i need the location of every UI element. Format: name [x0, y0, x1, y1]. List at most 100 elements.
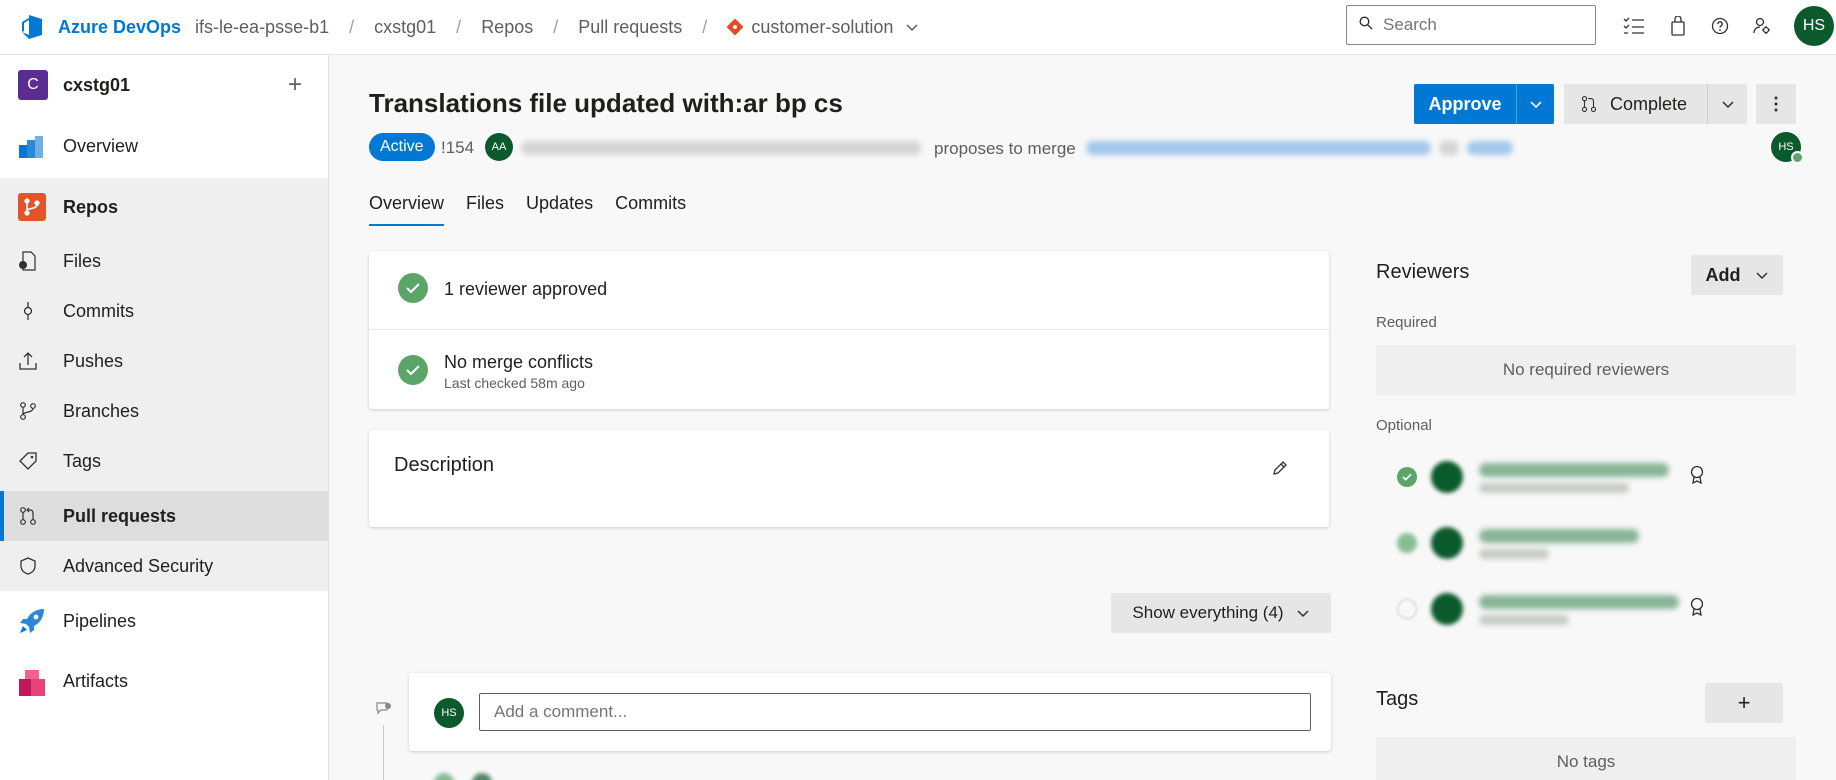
- commit-icon: [18, 301, 38, 321]
- pr-id[interactable]: !154: [441, 138, 474, 158]
- marketplace-bag-icon[interactable]: [1666, 14, 1690, 38]
- description-card: Description: [369, 430, 1329, 527]
- check-icon: [398, 273, 428, 303]
- project-badge: C: [18, 70, 48, 100]
- reviewer-status-blurred: [1479, 615, 1569, 625]
- reviewers-title: Reviewers: [1376, 261, 1470, 283]
- sidebar-item-label: Tags: [63, 450, 102, 471]
- author-email-blurred: [521, 141, 921, 155]
- search-input[interactable]: [1383, 15, 1583, 35]
- git-repo-icon: [727, 19, 744, 35]
- chevron-down-icon: [1755, 268, 1769, 282]
- award-icon[interactable]: [1689, 597, 1705, 622]
- sidebar-item-overview[interactable]: Overview: [0, 115, 328, 178]
- reviewer-status-blurred: [1479, 549, 1549, 559]
- award-icon[interactable]: [1689, 465, 1705, 490]
- top-bar: Azure DevOps ifs-le-ea-psse-b1 / cxstg01…: [0, 0, 1836, 55]
- breadcrumb-separator: /: [349, 16, 355, 37]
- approve-label: Approve: [1428, 93, 1502, 114]
- main-content: Translations file updated with:ar bp cs …: [329, 55, 1836, 780]
- repos-icon: [18, 193, 46, 221]
- show-everything-filter[interactable]: Show everything (4): [1111, 593, 1331, 633]
- comment-input[interactable]: [479, 693, 1311, 731]
- sidebar-item-pushes[interactable]: Pushes: [0, 336, 328, 386]
- plus-icon: +: [1737, 690, 1751, 715]
- proposes-text: proposes to merge: [934, 139, 1076, 158]
- breadcrumb-repos[interactable]: Repos: [481, 17, 533, 38]
- more-vertical-icon: [1774, 96, 1778, 112]
- chevron-down-icon[interactable]: [1516, 84, 1554, 124]
- add-tag-button[interactable]: +: [1705, 683, 1783, 723]
- edit-pencil-icon[interactable]: [1272, 460, 1288, 481]
- breadcrumb-repository[interactable]: customer-solution: [751, 17, 893, 38]
- sidebar-item-commits[interactable]: Commits: [0, 286, 328, 336]
- tab-files[interactable]: Files: [466, 193, 504, 226]
- reviewer-row[interactable]: [1389, 453, 1719, 503]
- breadcrumb-separator: /: [553, 16, 559, 37]
- tag-icon: [18, 451, 38, 471]
- breadcrumb-pull-requests[interactable]: Pull requests: [578, 17, 682, 38]
- search-box[interactable]: [1346, 5, 1596, 45]
- no-required-text: No required reviewers: [1502, 360, 1670, 379]
- tab-commits[interactable]: Commits: [615, 193, 686, 226]
- last-checked-text: Last checked 58m ago: [444, 375, 585, 391]
- sidebar-item-label: Overview: [63, 136, 139, 156]
- source-branch-link[interactable]: [1086, 141, 1431, 155]
- chevron-down-icon[interactable]: [1707, 84, 1747, 124]
- chevron-down-icon[interactable]: [905, 20, 919, 34]
- add-icon[interactable]: +: [288, 71, 302, 99]
- reviewer-avatar: [1431, 461, 1463, 493]
- artifacts-icon: [18, 669, 46, 697]
- divider: [369, 329, 1329, 330]
- sidebar-item-advanced-security[interactable]: Advanced Security: [0, 541, 328, 591]
- optional-label: Optional: [1376, 417, 1432, 434]
- sidebar-item-repos[interactable]: Repos: [0, 178, 328, 236]
- breadcrumb-organization[interactable]: ifs-le-ea-psse-b1: [195, 17, 329, 38]
- project-name[interactable]: cxstg01: [63, 75, 130, 96]
- timeline-avatar: [472, 773, 492, 780]
- sidebar-item-tags[interactable]: Tags: [0, 436, 328, 486]
- user-avatar[interactable]: HS: [1794, 6, 1834, 46]
- sidebar-item-label: Commits: [63, 300, 134, 321]
- help-icon[interactable]: [1708, 14, 1732, 38]
- azure-devops-logo-icon[interactable]: [20, 14, 46, 40]
- brand-name[interactable]: Azure DevOps: [58, 17, 181, 38]
- sidebar-item-label: Repos: [63, 196, 119, 217]
- files-icon: [18, 251, 38, 271]
- commenter-avatar: HS: [434, 698, 464, 728]
- search-icon: [1359, 15, 1373, 35]
- approve-button[interactable]: Approve: [1414, 84, 1554, 124]
- project-header[interactable]: C cxstg01 +: [0, 55, 328, 115]
- work-items-icon[interactable]: [1622, 14, 1646, 38]
- add-comment-timeline-icon: [375, 700, 393, 723]
- status-icon: [1397, 599, 1417, 619]
- sidebar-item-branches[interactable]: Branches: [0, 386, 328, 436]
- no-tags-text: No tags: [1556, 752, 1616, 771]
- reviewer-row[interactable]: [1389, 519, 1719, 569]
- author-avatar[interactable]: AA: [485, 133, 513, 161]
- complete-label: Complete: [1610, 93, 1688, 114]
- complete-button[interactable]: Complete: [1564, 84, 1747, 124]
- target-branch-link[interactable]: [1467, 141, 1513, 155]
- reviewer-row[interactable]: [1389, 585, 1719, 635]
- sidebar-item-files[interactable]: Files: [0, 236, 328, 286]
- breadcrumb-project[interactable]: cxstg01: [374, 17, 436, 38]
- reviewer-status-blurred: [1479, 483, 1629, 493]
- approved-check-icon: [1397, 467, 1417, 487]
- sidebar-item-pull-requests[interactable]: Pull requests: [0, 491, 328, 541]
- user-settings-icon[interactable]: [1750, 14, 1774, 38]
- tab-overview[interactable]: Overview: [369, 193, 445, 226]
- pr-title: Translations file updated with:ar bp cs: [369, 88, 843, 118]
- tab-updates[interactable]: Updates: [526, 193, 593, 226]
- check-icon: [398, 355, 428, 385]
- merge-conflicts-text: No merge conflicts: [444, 352, 594, 372]
- add-reviewer-button[interactable]: Add: [1691, 255, 1783, 295]
- reviewer-name-blurred: [1479, 463, 1669, 477]
- complete-main[interactable]: Complete: [1564, 94, 1707, 115]
- sidebar-item-artifacts[interactable]: Artifacts: [0, 651, 328, 780]
- sidebar: C cxstg01 + Overview Repos Files Commits…: [0, 55, 329, 780]
- sidebar-item-label: Pushes: [63, 350, 124, 371]
- sidebar-item-pipelines[interactable]: Pipelines: [0, 591, 328, 651]
- required-label: Required: [1376, 314, 1437, 331]
- more-actions-button[interactable]: [1756, 84, 1796, 124]
